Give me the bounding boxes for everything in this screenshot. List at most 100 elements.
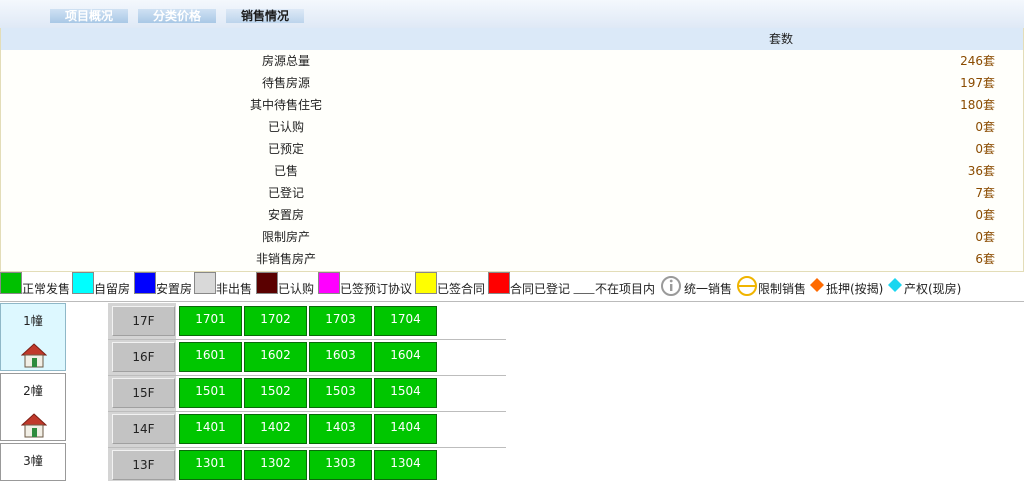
stats-row: 已认购 0套 (1, 116, 1023, 138)
tab-sales-status[interactable]: 销售情况 (226, 9, 304, 23)
floor-label: 13F (112, 450, 175, 480)
stats-row: 已登记 7套 (1, 182, 1023, 204)
stats-value: 0套 (975, 142, 995, 156)
unit-cell[interactable]: 1603 (309, 342, 372, 372)
unit-cell[interactable]: 1301 (179, 450, 242, 480)
unit-cell[interactable]: 1303 (309, 450, 372, 480)
unit-cell[interactable]: 1602 (244, 342, 307, 372)
unit-cell[interactable]: 1302 (244, 450, 307, 480)
unit-cell[interactable]: 1704 (374, 306, 437, 336)
stats-row: 其中待售住宅 180套 (1, 94, 1023, 116)
unit-cell[interactable]: 1304 (374, 450, 437, 480)
building-3[interactable]: 3幢 (0, 443, 66, 481)
stats-label: 已售 (273, 164, 298, 178)
legend-swatch (573, 272, 595, 294)
stats-label: 房源总量 (261, 54, 310, 68)
unit-cell[interactable]: 1502 (244, 378, 307, 408)
stats-value: 36套 (967, 164, 995, 178)
restricted-circle-icon (737, 276, 757, 296)
legend-swatch (0, 272, 22, 294)
unit-cell[interactable]: 1401 (179, 414, 242, 444)
stats-row: 已售 36套 (1, 160, 1023, 182)
stats-value: 180套 (960, 98, 995, 112)
building-name: 1幢 (23, 314, 43, 328)
legend-label: 非出售 (216, 282, 253, 296)
legend-label: 自留房 (94, 282, 131, 296)
unit-cell[interactable]: 1501 (179, 378, 242, 408)
floor-label: 14F (112, 414, 175, 444)
stats-label: 安置房 (267, 208, 304, 222)
floor-divider (108, 411, 506, 412)
legend-swatch (134, 272, 156, 294)
legend-swatch (256, 272, 278, 294)
orange-diamond-icon (810, 278, 824, 292)
stats-label: 已预定 (267, 142, 304, 156)
stats-header: 套数 (1, 28, 1023, 50)
stats-value: 6套 (975, 252, 995, 266)
floor-divider (108, 339, 506, 340)
legend-swatch (194, 272, 216, 294)
building-1[interactable]: 1幢 (0, 303, 66, 371)
legend-label: 统一销售 (684, 282, 733, 296)
floor-divider (108, 375, 506, 376)
floor-label: 16F (112, 342, 175, 372)
info-circle-icon (661, 276, 681, 296)
stats-value: 246套 (960, 54, 995, 68)
unit-cell[interactable]: 1703 (309, 306, 372, 336)
unit-cell[interactable]: 1402 (244, 414, 307, 444)
status-legend: 正常发售 自留房 安置房 非出售 已认购 已签预订协议 已签合同 合同已登记 不… (0, 272, 1024, 302)
building-name: 3幢 (23, 454, 43, 468)
building-name: 2幢 (23, 384, 43, 398)
stats-row: 安置房 0套 (1, 204, 1023, 226)
unit-cell[interactable]: 1601 (179, 342, 242, 372)
stats-label: 已登记 (267, 186, 304, 200)
stats-label: 其中待售住宅 (249, 98, 322, 112)
tab-bar: 项目概况 分类价格 销售情况 (0, 0, 1024, 28)
stats-value: 0套 (975, 230, 995, 244)
legend-label: 已签合同 (437, 282, 486, 296)
legend-label: 已认购 (278, 282, 315, 296)
unit-cell[interactable]: 1604 (374, 342, 437, 372)
stats-row: 已预定 0套 (1, 138, 1023, 160)
unit-cell[interactable]: 1403 (309, 414, 372, 444)
building-2[interactable]: 2幢 (0, 373, 66, 441)
legend-label: 限制销售 (758, 282, 807, 296)
legend-label: 已签预订协议 (340, 282, 413, 296)
legend-label: 产权(现房) (904, 282, 962, 296)
stats-row: 限制房产 0套 (1, 226, 1023, 248)
house-icon (21, 343, 47, 368)
legend-label: 合同已登记 (510, 282, 571, 296)
legend-label: 正常发售 (22, 282, 71, 296)
stats-row: 待售房源 197套 (1, 72, 1023, 94)
stats-value: 197套 (960, 76, 995, 90)
house-icon (21, 413, 47, 438)
stats-header-count: 套数 (769, 32, 794, 46)
legend-swatch (318, 272, 340, 294)
cyan-diamond-icon (888, 278, 902, 292)
page: 项目概况 分类价格 销售情况 套数 房源总量 246套 待售房源 197套 其中待售… (0, 0, 1024, 481)
stats-value: 0套 (975, 120, 995, 134)
floor-label: 17F (112, 306, 175, 336)
stats-row: 非销售房产 6套 (1, 248, 1023, 270)
stats-label: 非销售房产 (255, 252, 316, 266)
legend-swatch (72, 272, 94, 294)
tab-project-overview[interactable]: 项目概况 (50, 9, 128, 23)
legend-swatch (488, 272, 510, 294)
sales-stats-table: 套数 房源总量 246套 待售房源 197套 其中待售住宅 180套 已认购 0套 已预… (0, 28, 1024, 272)
legend-swatch (415, 272, 437, 294)
legend-label: 抵押(按揭) (826, 282, 884, 296)
floor-label: 15F (112, 378, 175, 408)
unit-cell[interactable]: 1504 (374, 378, 437, 408)
unit-cell[interactable]: 1701 (179, 306, 242, 336)
stats-label: 限制房产 (261, 230, 310, 244)
unit-cell[interactable]: 1404 (374, 414, 437, 444)
floor-divider (108, 447, 506, 448)
tab-category-price[interactable]: 分类价格 (138, 9, 216, 23)
stats-label: 待售房源 (261, 76, 310, 90)
stats-row: 房源总量 246套 (1, 50, 1023, 72)
unit-cell[interactable]: 1702 (244, 306, 307, 336)
stats-label: 已认购 (267, 120, 304, 134)
legend-label: 不在项目内 (595, 282, 656, 296)
unit-cell[interactable]: 1503 (309, 378, 372, 408)
stats-value: 0套 (975, 208, 995, 222)
